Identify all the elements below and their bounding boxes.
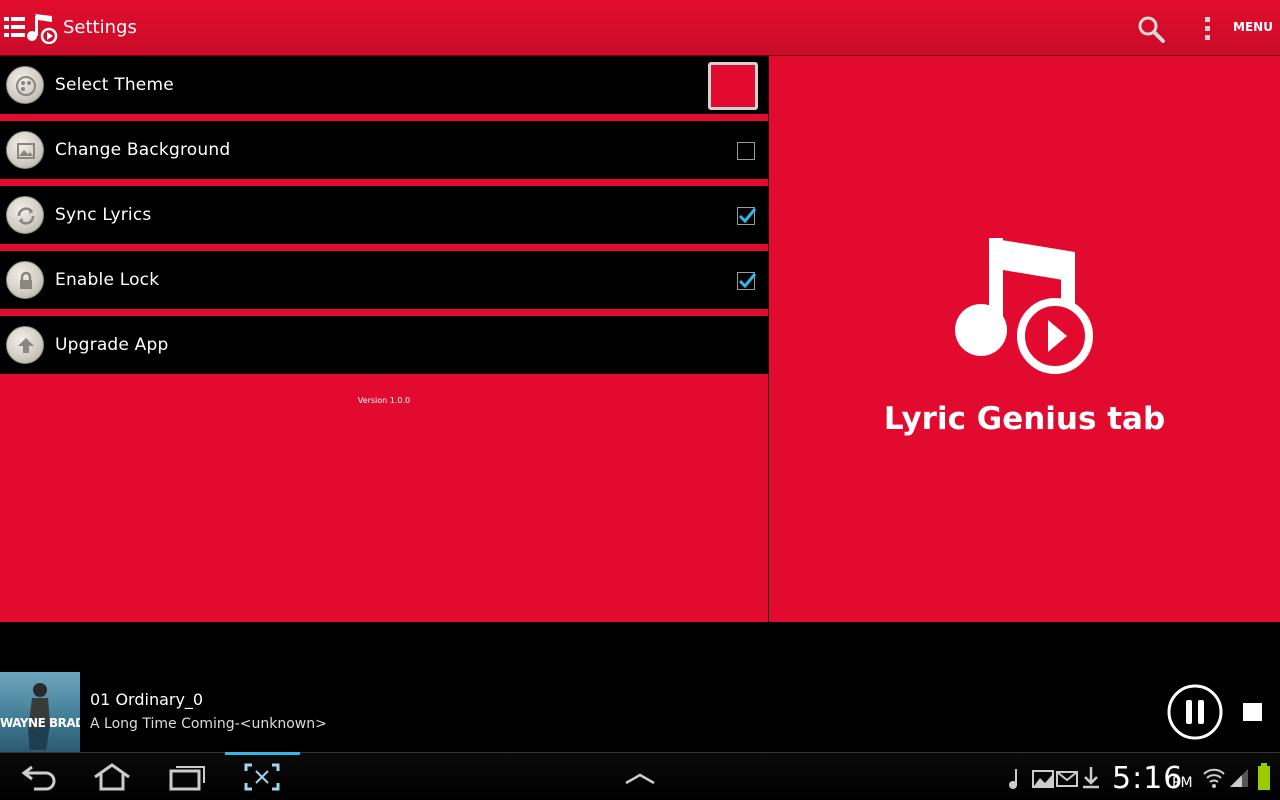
search-icon[interactable] (1136, 14, 1166, 44)
checkmark-icon (738, 273, 757, 289)
page-title: Settings (63, 17, 137, 38)
clock-ampm: PM (1172, 775, 1193, 791)
artist-figure (28, 683, 50, 750)
overflow-menu-icon[interactable] (1198, 14, 1218, 44)
music-play-icon (955, 238, 1093, 374)
setting-select-theme[interactable]: Select Theme (0, 56, 768, 114)
active-indicator (225, 752, 300, 755)
background-icon (6, 131, 44, 169)
now-playing-bar[interactable]: WAYNE BRADY 01 Ordinary_0 A Long Time Co… (0, 672, 1280, 752)
enable-lock-checkbox[interactable] (737, 272, 757, 290)
system-bar: 5:16 PM (0, 752, 1280, 800)
spacer (0, 622, 1280, 672)
track-subtitle: A Long Time Coming-<unknown> (90, 716, 327, 732)
setting-upgrade-app[interactable]: Upgrade App (0, 316, 768, 374)
recent-apps-icon[interactable] (167, 761, 207, 793)
upgrade-icon (6, 326, 44, 364)
album-art-text: WAYNE BRADY (0, 716, 80, 730)
setting-sync-lyrics[interactable]: Sync Lyrics (0, 186, 768, 244)
back-icon[interactable] (18, 761, 58, 793)
setting-label: Select Theme (55, 75, 174, 95)
screenshot-icon[interactable] (242, 761, 282, 793)
notification-icons[interactable] (1005, 765, 1105, 791)
theme-color-swatch[interactable] (708, 62, 758, 110)
sync-icon (6, 196, 44, 234)
sync-lyrics-checkbox[interactable] (737, 207, 757, 225)
album-art[interactable]: WAYNE BRADY (0, 672, 80, 752)
app-logo-icon[interactable] (4, 12, 60, 44)
version-text: Version 1.0.0 (357, 396, 411, 405)
setting-label: Sync Lyrics (55, 205, 152, 225)
pause-button[interactable] (1167, 684, 1223, 740)
home-icon[interactable] (92, 761, 132, 793)
setting-enable-lock[interactable]: Enable Lock (0, 251, 768, 309)
setting-label: Enable Lock (55, 270, 160, 290)
setting-label: Upgrade App (55, 335, 169, 355)
track-title: 01 Ordinary_0 (90, 690, 204, 709)
theme-icon (6, 66, 44, 104)
wifi-icon (1203, 768, 1225, 788)
menu-button[interactable]: MENU (1226, 20, 1280, 34)
change-background-checkbox[interactable] (737, 142, 755, 160)
settings-pane: Select Theme Change Background Sync Lyri… (0, 56, 768, 622)
lock-icon (6, 261, 44, 299)
battery-icon (1258, 763, 1270, 790)
action-bar: Settings MENU (0, 0, 1280, 56)
tab-title: Lyric Genius tab (883, 401, 1166, 437)
detail-pane: Lyric Genius tab (769, 56, 1280, 622)
setting-change-background[interactable]: Change Background (0, 121, 768, 179)
chevron-up-icon[interactable] (620, 761, 660, 793)
stop-button[interactable] (1243, 703, 1262, 721)
setting-label: Change Background (55, 140, 231, 160)
signal-icon (1230, 769, 1248, 787)
checkmark-icon (738, 208, 757, 224)
